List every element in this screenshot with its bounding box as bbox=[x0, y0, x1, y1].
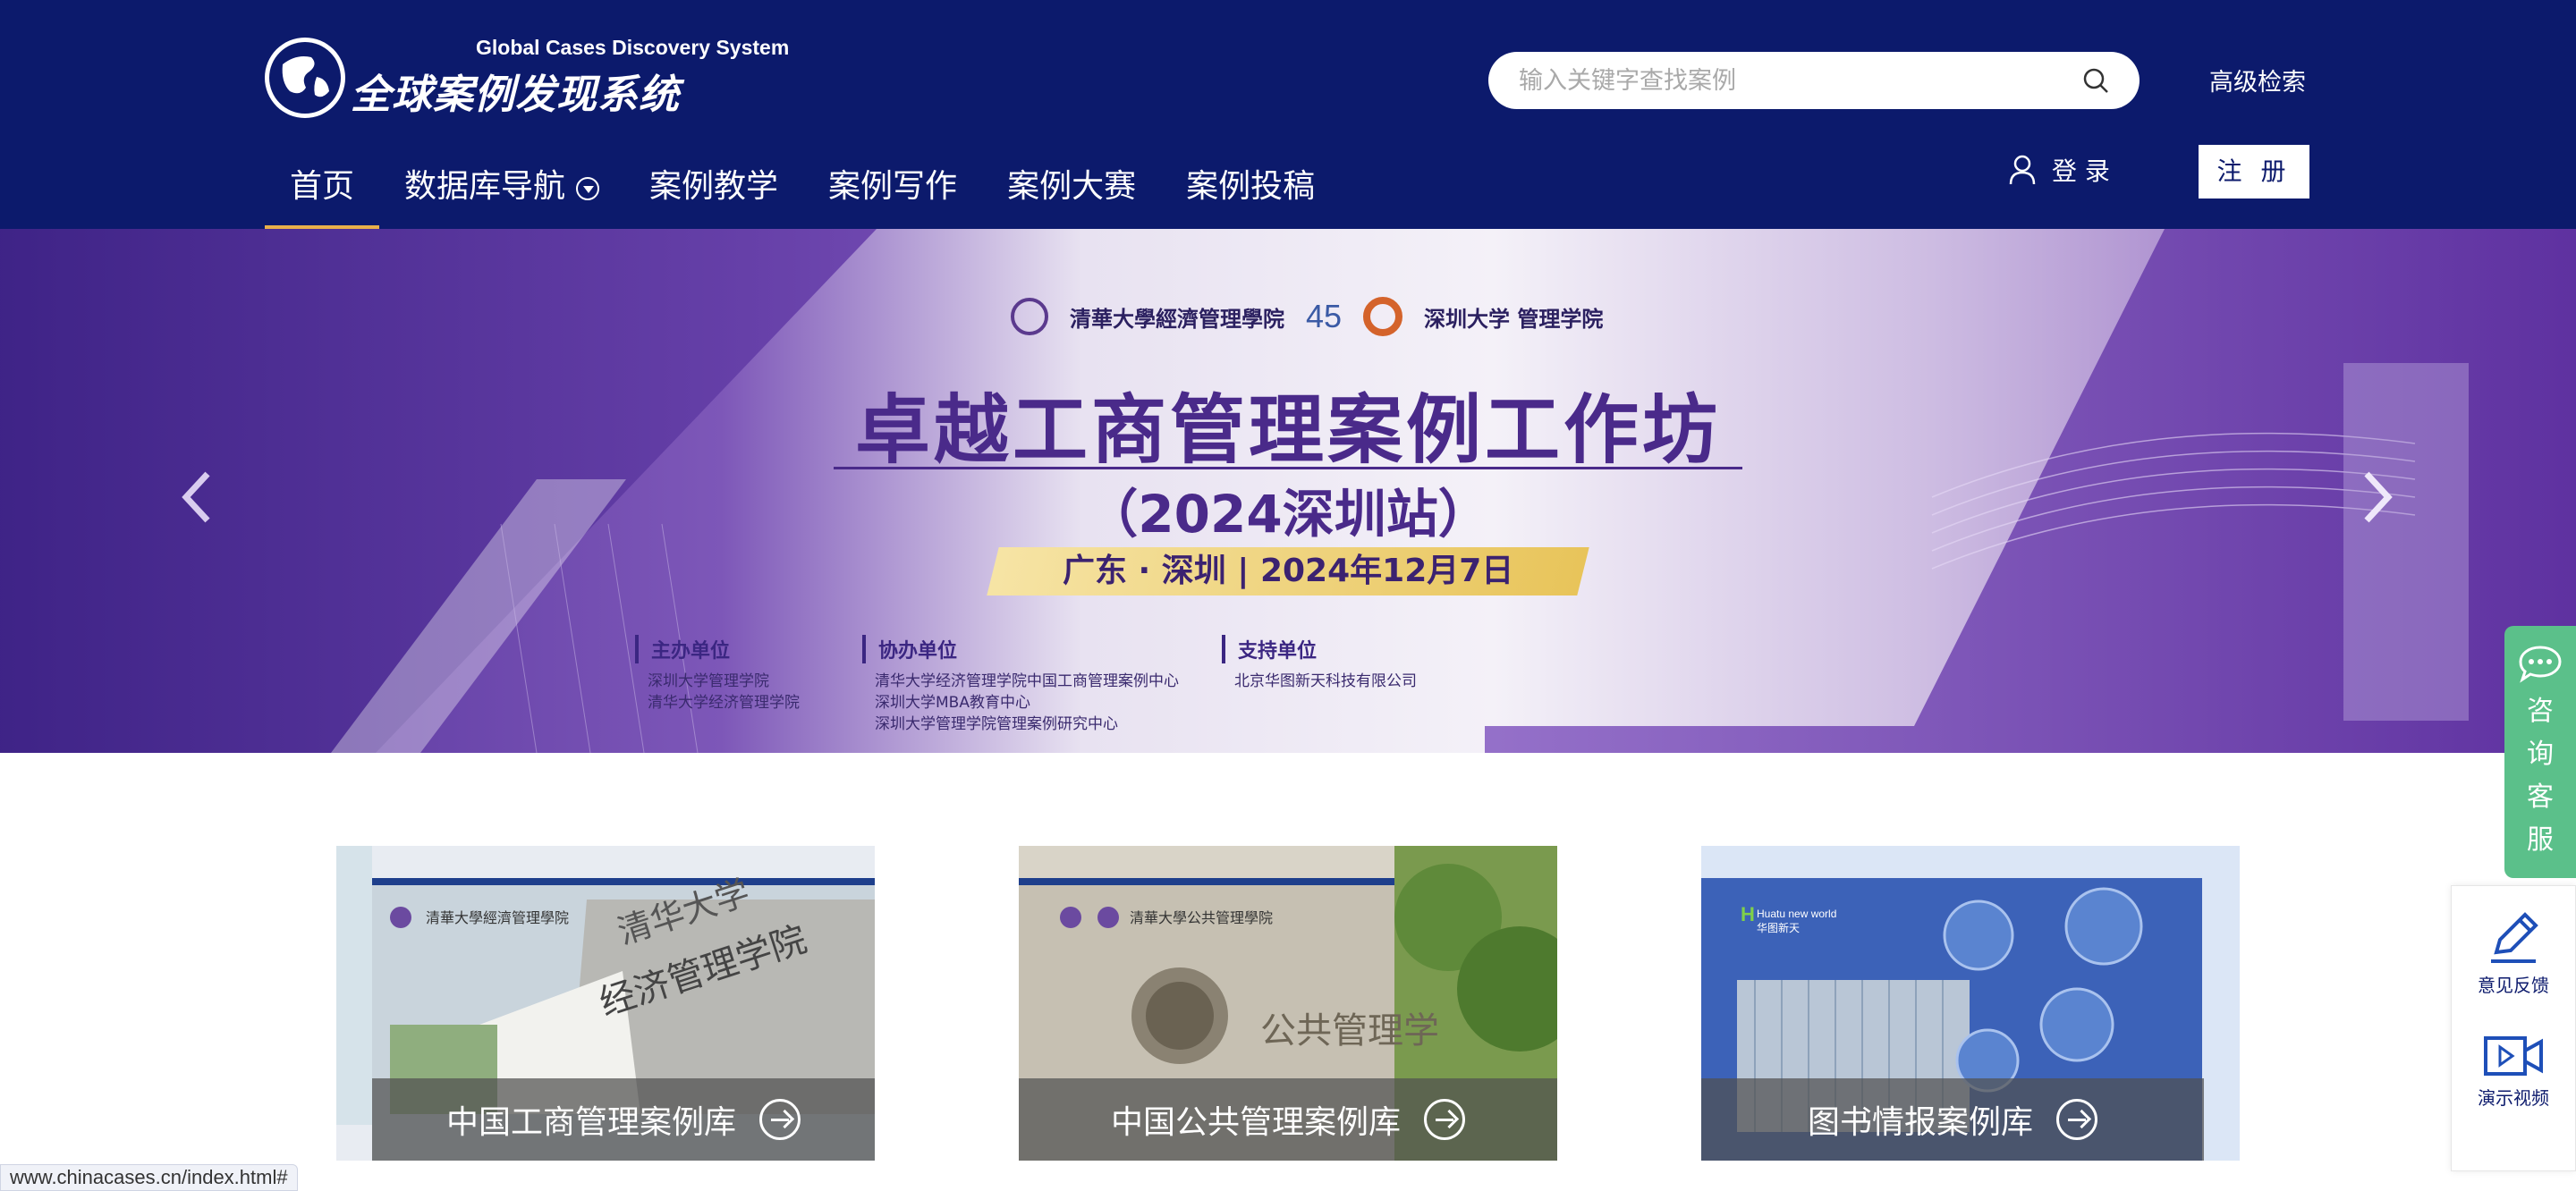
hero-banner[interactable]: 清華大學經濟管理學院 45 深圳大学 管理学院 卓越工商管理案例工作坊 （202… bbox=[0, 229, 2576, 753]
carousel-next-arrow-icon[interactable] bbox=[2360, 470, 2395, 524]
nav-item-competition[interactable]: 案例大赛 bbox=[982, 159, 1161, 229]
main-nav: 首页 数据库导航 案例教学 案例写作 案例大赛 案例投稿 bbox=[265, 159, 1340, 229]
svg-text:Huatu new world: Huatu new world bbox=[1757, 908, 1836, 920]
login-label: 登 录 bbox=[2052, 156, 2110, 186]
banner-location-date-text: 广东 · 深圳 | 2024年12月7日 bbox=[1062, 553, 1514, 589]
svg-text:清華大學公共管理學院: 清華大學公共管理學院 bbox=[1130, 909, 1273, 926]
card-business-cases[interactable]: 清華大學經濟管理學院 清华大学 经济管理学院 中国工商管理案例库 bbox=[336, 846, 875, 1161]
card-public-admin-cases[interactable]: 清華大學公共管理學院 公共管理学 中国公共管理案例库 bbox=[1019, 846, 1557, 1161]
database-cards: 清華大學經濟管理學院 清华大学 经济管理学院 中国工商管理案例库 清華大學公共管… bbox=[336, 846, 2240, 1161]
card-caption: 中国公共管理案例库 bbox=[1019, 1078, 1557, 1161]
tsinghua-sem-logo-text: 清華大學經濟管理學院 bbox=[1070, 305, 1284, 332]
banner-cohost-block: 协办单位 清华大学经济管理学院中国工商管理案例中心 深圳大学MBA教育中心 深圳… bbox=[862, 635, 1179, 735]
nav-label: 案例大赛 bbox=[1007, 168, 1137, 205]
video-icon bbox=[2484, 1036, 2543, 1076]
banner-location-date: 广东 · 深圳 | 2024年12月7日 bbox=[987, 547, 1589, 596]
card-label: 中国公共管理案例库 bbox=[1110, 1104, 1401, 1141]
nav-item-teaching[interactable]: 案例教学 bbox=[624, 159, 803, 229]
cohost-line: 深圳大学MBA教育中心 bbox=[875, 694, 1030, 712]
tsinghua-seal-icon bbox=[1011, 298, 1048, 335]
cohost-line: 深圳大学管理学院管理案例研究中心 bbox=[875, 715, 1118, 733]
card-label: 图书情报案例库 bbox=[1807, 1104, 2033, 1141]
banner-support-block: 支持单位 北京华图新天科技有限公司 bbox=[1222, 635, 1417, 692]
arrow-right-circle-icon[interactable] bbox=[2056, 1099, 2097, 1140]
svg-text:H: H bbox=[1741, 903, 1755, 925]
nav-label: 数据库导航 bbox=[404, 168, 566, 205]
banner-subtitle: （2024深圳站） bbox=[1086, 484, 1490, 545]
card-caption: 图书情报案例库 bbox=[1701, 1078, 2204, 1161]
nav-item-home[interactable]: 首页 bbox=[265, 159, 380, 229]
advanced-search-link[interactable]: 高级检索 bbox=[2209, 63, 2306, 97]
nav-label: 案例写作 bbox=[828, 168, 958, 205]
banner-divider bbox=[834, 467, 1742, 469]
anniversary-badge: 45 bbox=[1306, 298, 1343, 334]
consult-label: 咨询客服 bbox=[2527, 696, 2554, 856]
carousel-prev-arrow-icon[interactable] bbox=[179, 470, 215, 524]
nav-label: 案例教学 bbox=[649, 168, 779, 205]
nav-label: 首页 bbox=[290, 168, 355, 205]
search-box bbox=[1488, 52, 2140, 109]
banner-host-block: 主办单位 深圳大学管理学院 清华大学经济管理学院 bbox=[635, 635, 800, 714]
host-line: 深圳大学管理学院 bbox=[648, 672, 769, 690]
nav-item-writing[interactable]: 案例写作 bbox=[803, 159, 982, 229]
arrow-right-circle-icon[interactable] bbox=[1424, 1099, 1465, 1140]
nav-item-submission[interactable]: 案例投稿 bbox=[1161, 159, 1340, 229]
feedback-button[interactable]: 意见反馈 bbox=[2452, 908, 2575, 997]
chat-bubble-icon bbox=[2519, 646, 2562, 683]
site-logo[interactable]: Global Cases Discovery System 全球案例发现系统 bbox=[265, 36, 789, 120]
search-icon[interactable] bbox=[2082, 67, 2109, 94]
banner-logos: 清華大學經濟管理學院 45 深圳大学 管理学院 bbox=[1011, 297, 1603, 336]
chevron-down-icon bbox=[576, 177, 600, 200]
szu-logo-text: 深圳大学 管理学院 bbox=[1424, 305, 1604, 332]
card-label: 中国工商管理案例库 bbox=[445, 1104, 736, 1141]
szu-seal-icon bbox=[1363, 297, 1403, 336]
register-button[interactable]: 注 册 bbox=[2199, 145, 2309, 198]
nav-item-database[interactable]: 数据库导航 bbox=[379, 159, 624, 229]
banner-title: 卓越工商管理案例工作坊 bbox=[854, 386, 1721, 474]
search-input[interactable] bbox=[1519, 63, 2055, 98]
user-icon bbox=[2009, 155, 2036, 185]
login-link[interactable]: 登 录 bbox=[2009, 152, 2110, 188]
svg-text:公共管理学: 公共管理学 bbox=[1260, 1010, 1439, 1052]
support-heading: 支持单位 bbox=[1222, 635, 1417, 663]
card-library-cases[interactable]: H Huatu new world 华图新天 图书情报案例库 bbox=[1701, 846, 2240, 1161]
globe-icon bbox=[265, 38, 345, 118]
status-bar-url: www.chinacases.cn/index.html# bbox=[0, 1164, 298, 1191]
nav-label: 案例投稿 bbox=[1186, 168, 1316, 205]
logo-english-text: Global Cases Discovery System bbox=[476, 36, 790, 59]
card-caption: 中国工商管理案例库 bbox=[372, 1078, 875, 1161]
support-line: 北京华图新天科技有限公司 bbox=[1234, 672, 1417, 690]
logo-chinese-text: 全球案例发现系统 bbox=[351, 71, 681, 118]
arrow-right-circle-icon[interactable] bbox=[759, 1099, 801, 1140]
svg-text:华图新天: 华图新天 bbox=[1757, 921, 1800, 934]
host-line: 清华大学经济管理学院 bbox=[648, 694, 800, 712]
demo-video-button[interactable]: 演示视频 bbox=[2452, 1033, 2575, 1110]
site-header: Global Cases Discovery System 全球案例发现系统 高… bbox=[0, 0, 2576, 229]
cohost-line: 清华大学经济管理学院中国工商管理案例中心 bbox=[875, 672, 1179, 690]
svg-text:清華大學經濟管理學院: 清華大學經濟管理學院 bbox=[426, 909, 569, 926]
feedback-label: 意见反馈 bbox=[2478, 975, 2549, 996]
demo-label: 演示视频 bbox=[2478, 1087, 2549, 1109]
consult-service-button[interactable]: 咨询客服 bbox=[2504, 626, 2576, 878]
cohost-heading: 协办单位 bbox=[862, 635, 1179, 663]
edit-pencil-icon bbox=[2491, 912, 2538, 963]
side-toolbar: 意见反馈 演示视频 bbox=[2451, 885, 2576, 1171]
host-heading: 主办单位 bbox=[635, 635, 800, 663]
